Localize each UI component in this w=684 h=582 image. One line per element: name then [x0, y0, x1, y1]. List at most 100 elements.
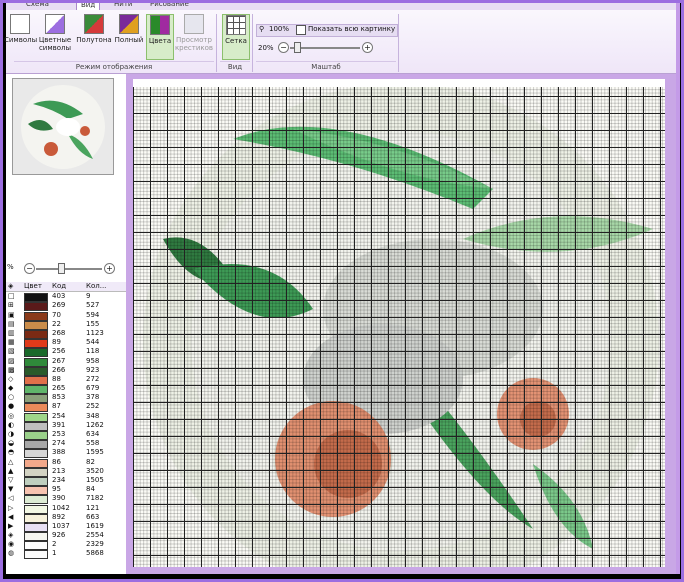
- palette-code: 70: [52, 310, 61, 319]
- palette-row[interactable]: ◐ 391 1262: [6, 420, 126, 431]
- palette-row[interactable]: ▧ 256 118: [6, 347, 126, 358]
- full-button[interactable]: Полный: [112, 14, 146, 44]
- palette-code: 1: [52, 549, 57, 558]
- palette-row[interactable]: ◀ 892 663: [6, 512, 126, 523]
- palette-row[interactable]: ◈ 926 2554: [6, 531, 126, 542]
- palette-symbol: ▦: [8, 338, 15, 347]
- tab-drawing[interactable]: Рисование: [146, 0, 193, 9]
- palette-count: 663: [86, 512, 100, 521]
- palette-symbol: ▼: [8, 485, 14, 494]
- zoom-value: 20%: [258, 44, 274, 52]
- palette-row[interactable]: ◍ 1 5868: [6, 549, 126, 560]
- palette-header-code[interactable]: Код: [52, 282, 66, 291]
- palette-count: 272: [86, 374, 100, 383]
- palette-row[interactable]: ⊞ 269 527: [6, 301, 126, 312]
- grid-icon: [226, 15, 246, 35]
- show-whole-checkbox[interactable]: [296, 25, 306, 35]
- colors-icon: [150, 15, 170, 35]
- zoom-100-icon[interactable]: ⚲: [259, 25, 264, 33]
- palette-row[interactable]: □ 403 9: [6, 292, 126, 303]
- palette-count: 594: [86, 310, 100, 319]
- tab-scheme[interactable]: Схема: [22, 0, 53, 9]
- palette-code: 266: [52, 365, 66, 374]
- palette-code: 388: [52, 448, 66, 457]
- symbols-button[interactable]: Символы: [4, 14, 38, 44]
- palette-row[interactable]: ○ 853 378: [6, 393, 126, 404]
- palette-symbol: ◉: [8, 540, 15, 549]
- half-tone-button[interactable]: Полутона: [76, 14, 112, 44]
- palette-symbol: ●: [8, 402, 15, 411]
- ribbon-tabs: Схема Вид Нити Рисование: [6, 0, 676, 10]
- palette-row[interactable]: ▶ 1037 1619: [6, 521, 126, 532]
- palette-row[interactable]: ▥ 268 1123: [6, 328, 126, 339]
- palette-code: 254: [52, 411, 66, 420]
- palette-header-color[interactable]: Цвет: [24, 282, 42, 291]
- color-symbols-button[interactable]: Цветные символы: [37, 14, 73, 52]
- palette-count: 82: [86, 457, 95, 466]
- tab-threads[interactable]: Нити: [110, 0, 136, 9]
- zoom-slider-thumb[interactable]: [294, 42, 301, 53]
- tab-view[interactable]: Вид: [76, 0, 101, 10]
- half-tone-icon: [84, 14, 104, 34]
- palette-code: 213: [52, 466, 66, 475]
- palette-row[interactable]: ◒ 274 558: [6, 439, 126, 450]
- preview-zoom-minus-icon[interactable]: −: [24, 263, 35, 274]
- palette-code: 1037: [52, 521, 70, 530]
- palette-row[interactable]: ◑ 253 634: [6, 430, 126, 440]
- palette-row[interactable]: ▷ 1042 121: [6, 503, 126, 514]
- palette-row[interactable]: ▤ 22 155: [6, 320, 126, 330]
- palette-row[interactable]: ▼ 95 84: [6, 485, 126, 496]
- palette-code: 268: [52, 328, 66, 337]
- palette-row[interactable]: ▲ 213 3520: [6, 466, 126, 477]
- palette-symbol: ◐: [8, 420, 15, 429]
- palette-symbol: ▽: [8, 475, 14, 484]
- palette-count: 1123: [86, 328, 104, 337]
- palette-symbol: ◓: [8, 448, 15, 457]
- palette-row[interactable]: ◉ 2 2329: [6, 540, 126, 551]
- palette-row[interactable]: ◆ 265 679: [6, 384, 126, 395]
- palette-row[interactable]: ● 87 252: [6, 402, 126, 413]
- preview-image: [13, 79, 113, 174]
- preview-zoom-thumb[interactable]: [58, 263, 65, 274]
- zoom-minus-icon[interactable]: −: [278, 42, 289, 53]
- palette-symbol: ◒: [8, 439, 15, 448]
- scale-group-label: Маштаб: [256, 61, 396, 72]
- pattern-canvas[interactable]: [133, 79, 665, 567]
- symbols-label: Символы: [4, 36, 38, 44]
- zoom-100-label[interactable]: 100%: [269, 25, 289, 33]
- palette-code: 86: [52, 457, 61, 466]
- palette-header-count[interactable]: Кол...: [86, 282, 106, 291]
- palette-row[interactable]: △ 86 82: [6, 457, 126, 468]
- left-panel: % − + ◈ Цвет Код Кол... □ 403 9 ⊞ 269 527 ▣ 70 5…: [6, 74, 126, 574]
- colors-button[interactable]: Цвета: [146, 14, 174, 60]
- grid-button[interactable]: Сетка: [222, 14, 250, 60]
- palette-code: 234: [52, 475, 66, 484]
- palette-row[interactable]: ▣ 70 594: [6, 310, 126, 321]
- palette-row[interactable]: ◇ 88 272: [6, 374, 126, 385]
- preview-thumbnail[interactable]: [12, 78, 114, 175]
- palette-header: ◈ Цвет Код Кол...: [6, 282, 126, 293]
- palette-row[interactable]: ◎ 254 348: [6, 411, 126, 422]
- palette-count: 7182: [86, 494, 104, 503]
- preview-zoom-slider[interactable]: [36, 268, 102, 270]
- palette-row[interactable]: ▨ 267 958: [6, 356, 126, 367]
- palette-row[interactable]: ▩ 266 923: [6, 365, 126, 376]
- palette-count: 378: [86, 393, 100, 402]
- palette-row[interactable]: ▽ 234 1505: [6, 475, 126, 486]
- palette-row[interactable]: ◁ 390 7182: [6, 494, 126, 505]
- preview-zoom-plus-icon[interactable]: +: [104, 263, 115, 274]
- color-symbols-label: Цветные символы: [38, 36, 72, 52]
- palette-symbol: ▶: [8, 521, 14, 530]
- cross-view-button[interactable]: Просмотр крестиков: [174, 14, 214, 52]
- palette-code: 390: [52, 494, 66, 503]
- palette-symbol: ▨: [8, 356, 15, 365]
- ribbon-separator: [252, 14, 253, 72]
- palette-code: 1042: [52, 503, 70, 512]
- palette-row[interactable]: ◓ 388 1595: [6, 448, 126, 459]
- palette-count: 1262: [86, 420, 104, 429]
- palette-symbol: ○: [8, 393, 15, 402]
- cross-view-icon: [184, 14, 204, 34]
- palette-symbol: ⊞: [8, 301, 14, 310]
- zoom-plus-icon[interactable]: +: [362, 42, 373, 53]
- palette-row[interactable]: ▦ 89 544: [6, 338, 126, 349]
